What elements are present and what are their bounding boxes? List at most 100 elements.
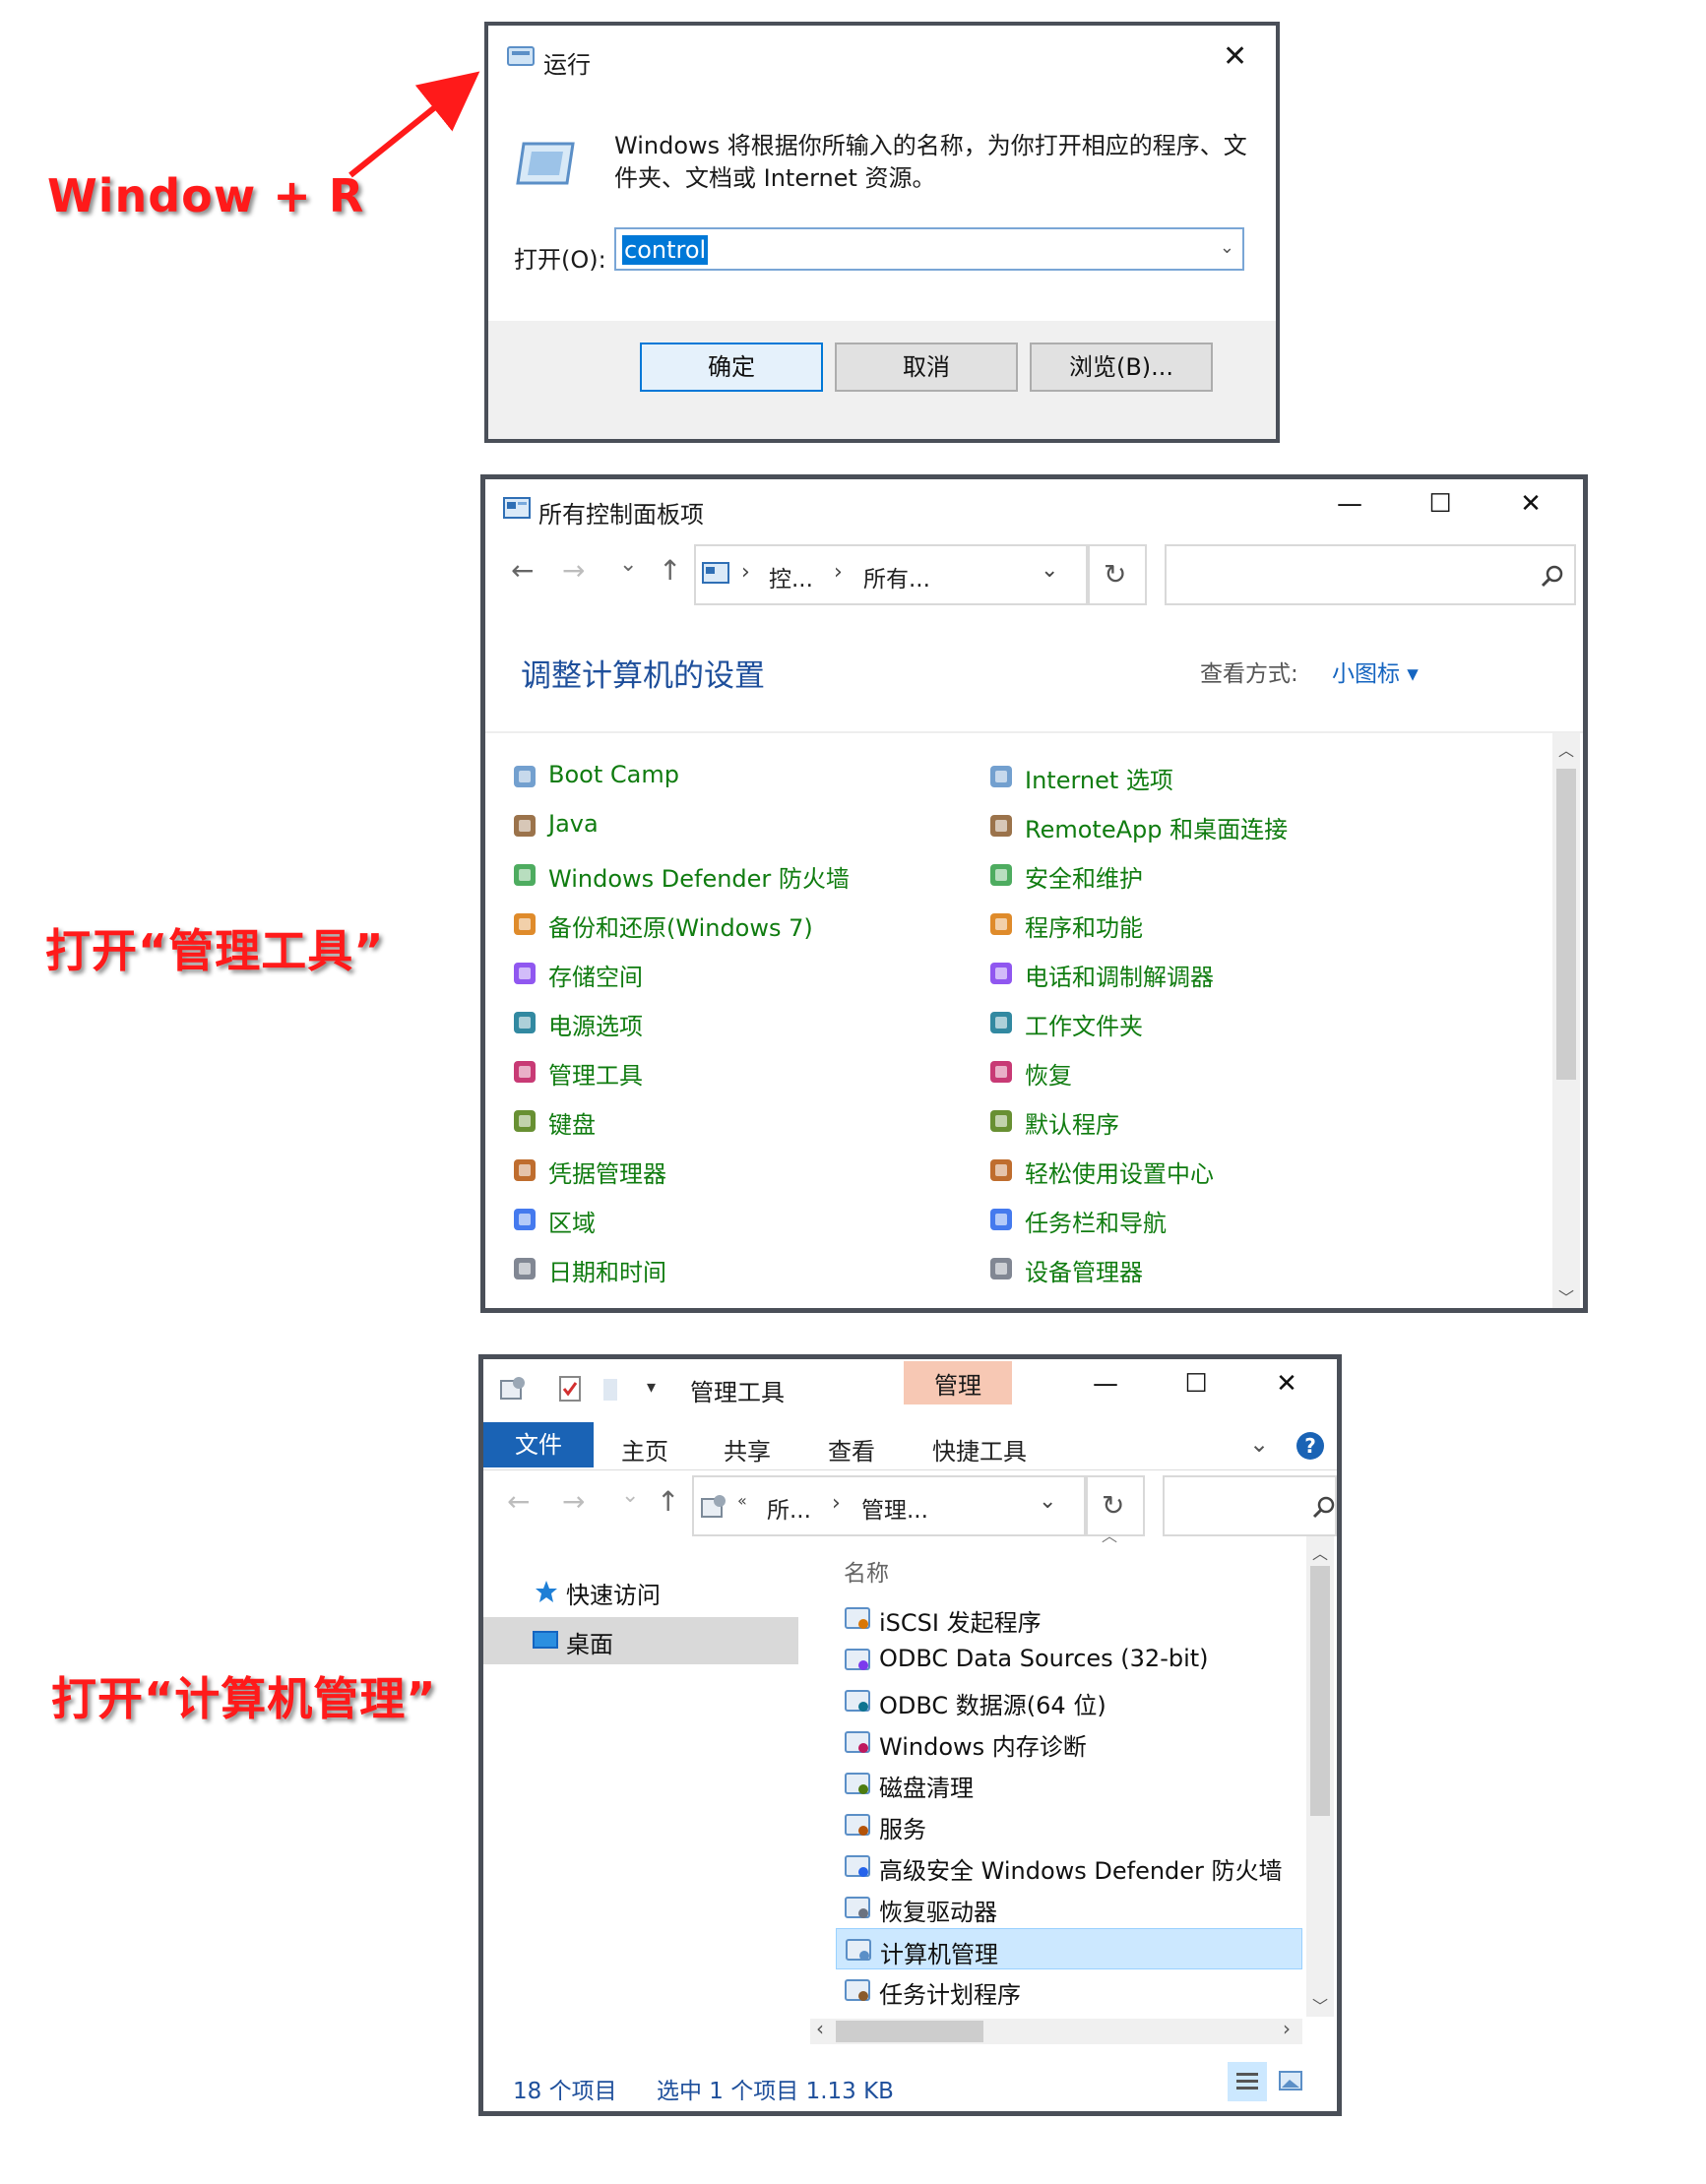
minimize-button[interactable]: — [1086, 1369, 1125, 1399]
file-row[interactable]: 恢复驱动器 [836, 1887, 1302, 1928]
cp-item-link[interactable]: Java [548, 810, 599, 838]
cp-item-link[interactable]: RemoteApp 和桌面连接 [1025, 810, 1288, 844]
scroll-down-icon[interactable]: ﹀ [1312, 1993, 1328, 2017]
tab-file[interactable]: 文件 [483, 1422, 594, 1467]
customize-qat-icon[interactable]: ▾ [647, 1377, 656, 1398]
cp-item-link[interactable]: 管理工具 [548, 1056, 643, 1091]
run-titlebar[interactable]: 运行 ✕ [488, 26, 1276, 87]
tab-home[interactable]: 主页 [621, 1432, 668, 1466]
recent-locations-icon[interactable]: ⌄ [621, 1483, 639, 1508]
tab-shortcut-tools[interactable]: 快捷工具 [932, 1432, 1027, 1466]
cp-item-link[interactable]: Internet 选项 [1025, 761, 1173, 795]
cp-item-link[interactable]: 存储空间 [548, 958, 643, 992]
recent-locations-icon[interactable]: ⌄ [619, 552, 637, 577]
properties-icon[interactable] [558, 1375, 582, 1403]
ex-horizontal-scrollbar-thumb[interactable] [836, 2021, 983, 2042]
cp-item-link[interactable]: 区域 [548, 1204, 596, 1238]
run-open-combobox[interactable]: control ⌄ [614, 227, 1244, 271]
file-row[interactable]: 计算机管理 [836, 1928, 1302, 1969]
up-arrow-icon[interactable]: ↑ [659, 554, 681, 587]
context-tab-manage[interactable]: 管理 [904, 1361, 1012, 1404]
view-mode-label: 查看方式: [1200, 661, 1298, 687]
back-arrow-icon[interactable]: ← [507, 1485, 530, 1518]
cp-item-link[interactable]: 轻松使用设置中心 [1025, 1154, 1214, 1189]
forward-arrow-icon[interactable]: → [562, 554, 585, 587]
close-button[interactable]: ✕ [1511, 489, 1550, 519]
cp-item-link[interactable]: 电源选项 [548, 1007, 643, 1041]
cp-item-link[interactable]: 程序和功能 [1025, 908, 1143, 943]
refresh-button[interactable]: ↻ [1088, 544, 1147, 605]
cp-item-link[interactable]: Boot Camp [548, 761, 679, 788]
maximize-button[interactable]: ☐ [1421, 489, 1460, 519]
file-row[interactable]: ODBC Data Sources (32-bit) [836, 1639, 1302, 1680]
cp-item-link[interactable]: 电话和调制解调器 [1025, 958, 1214, 992]
scroll-left-icon[interactable]: ‹ [816, 2017, 824, 2040]
ex-vertical-scrollbar-thumb[interactable] [1310, 1566, 1330, 1816]
shortcut-icon [844, 1646, 871, 1673]
run-close-button[interactable]: ✕ [1223, 42, 1247, 72]
ok-button[interactable]: 确定 [640, 343, 823, 392]
cp-item-link[interactable]: 任务栏和导航 [1025, 1204, 1167, 1238]
file-row[interactable]: 高级安全 Windows Defender 防火墙 [836, 1845, 1302, 1887]
tab-view[interactable]: 查看 [828, 1432, 875, 1466]
expand-ribbon-icon[interactable]: ⌄ [1249, 1430, 1269, 1458]
tab-share[interactable]: 共享 [724, 1432, 771, 1466]
scroll-down-icon[interactable]: ﹀ [1558, 1284, 1574, 1308]
breadcrumb-all-items[interactable]: 所有... [863, 560, 930, 593]
help-icon[interactable]: ? [1296, 1432, 1324, 1460]
chevron-down-icon[interactable]: ⌄ [1041, 558, 1058, 583]
details-view-icon[interactable] [1228, 2062, 1267, 2101]
cp-item-link[interactable]: Windows Defender 防火墙 [548, 859, 850, 894]
close-button[interactable]: ✕ [1267, 1369, 1306, 1399]
breadcrumb-admin-tools[interactable]: 管理... [861, 1491, 928, 1525]
nav-quick-access[interactable]: 快速访问 [566, 1576, 661, 1610]
maximize-button[interactable]: ☐ [1176, 1369, 1216, 1399]
breadcrumb-control-panel[interactable]: 控... [769, 560, 813, 593]
back-arrow-icon[interactable]: ← [511, 554, 534, 587]
file-row[interactable]: 任务计划程序 [836, 1969, 1302, 2011]
chevron-down-icon[interactable]: ⌄ [1220, 237, 1234, 258]
scroll-right-icon[interactable]: › [1283, 2017, 1291, 2040]
cp-item-link[interactable]: 工作文件夹 [1025, 1007, 1143, 1041]
cp-address-bar[interactable]: › 控... › 所有... ⌄ [694, 544, 1088, 605]
cp-item-link[interactable]: 键盘 [548, 1105, 596, 1140]
refresh-icon[interactable]: ↻ [1102, 1489, 1124, 1522]
cp-titlebar[interactable]: 所有控制面板项 — ☐ ✕ [485, 479, 1583, 536]
ex-search-input[interactable] [1163, 1475, 1337, 1536]
refresh-icon[interactable]: ↻ [1104, 558, 1126, 591]
ex-address-bar[interactable]: « 所... › 管理... ⌄ [692, 1475, 1086, 1536]
new-folder-icon[interactable] [601, 1377, 619, 1403]
shortcut-icon [844, 1728, 871, 1756]
cp-item-link[interactable]: 日期和时间 [548, 1253, 666, 1287]
admin-tools-icon[interactable] [499, 1375, 527, 1403]
up-arrow-icon[interactable]: ↑ [657, 1485, 679, 1518]
scroll-up-icon[interactable]: ︿ [1312, 1540, 1328, 1564]
cp-item-link[interactable]: 备份和还原(Windows 7) [548, 908, 813, 943]
breadcrumb-overflow-icon[interactable]: « [737, 1491, 747, 1510]
breadcrumb-all-items[interactable]: 所... [767, 1491, 811, 1525]
file-row[interactable]: ODBC 数据源(64 位) [836, 1680, 1302, 1721]
chevron-down-icon[interactable]: ⌄ [1039, 1489, 1056, 1514]
forward-arrow-icon[interactable]: → [562, 1485, 585, 1518]
file-row[interactable]: iSCSI 发起程序 [836, 1597, 1302, 1639]
column-header-name[interactable]: 名称 [844, 1554, 889, 1588]
ex-titlebar[interactable]: ▾ 管理工具 管理 — ☐ ✕ [483, 1359, 1337, 1422]
file-row[interactable]: 服务 [836, 1804, 1302, 1845]
minimize-button[interactable]: — [1330, 489, 1369, 519]
view-mode-dropdown[interactable]: 小图标 ▾ [1332, 655, 1419, 688]
scroll-up-icon[interactable]: ︿ [1558, 737, 1574, 761]
cp-item-link[interactable]: 恢复 [1025, 1056, 1072, 1091]
run-open-input-value[interactable]: control [622, 235, 709, 265]
browse-button[interactable]: 浏览(B)... [1030, 343, 1213, 392]
nav-item-desktop[interactable]: 桌面 [483, 1617, 798, 1664]
cp-item-link[interactable]: 凭据管理器 [548, 1154, 666, 1189]
cp-search-input[interactable] [1165, 544, 1576, 605]
cp-item-link[interactable]: 默认程序 [1025, 1105, 1119, 1140]
file-row[interactable]: Windows 内存诊断 [836, 1721, 1302, 1763]
cancel-button[interactable]: 取消 [835, 343, 1018, 392]
cp-scrollbar-thumb[interactable] [1556, 769, 1576, 1080]
cp-item-link[interactable]: 设备管理器 [1025, 1253, 1143, 1287]
cp-item-link[interactable]: 安全和维护 [1025, 859, 1143, 894]
file-row[interactable]: 磁盘清理 [836, 1763, 1302, 1804]
large-icons-view-icon[interactable] [1271, 2062, 1310, 2101]
